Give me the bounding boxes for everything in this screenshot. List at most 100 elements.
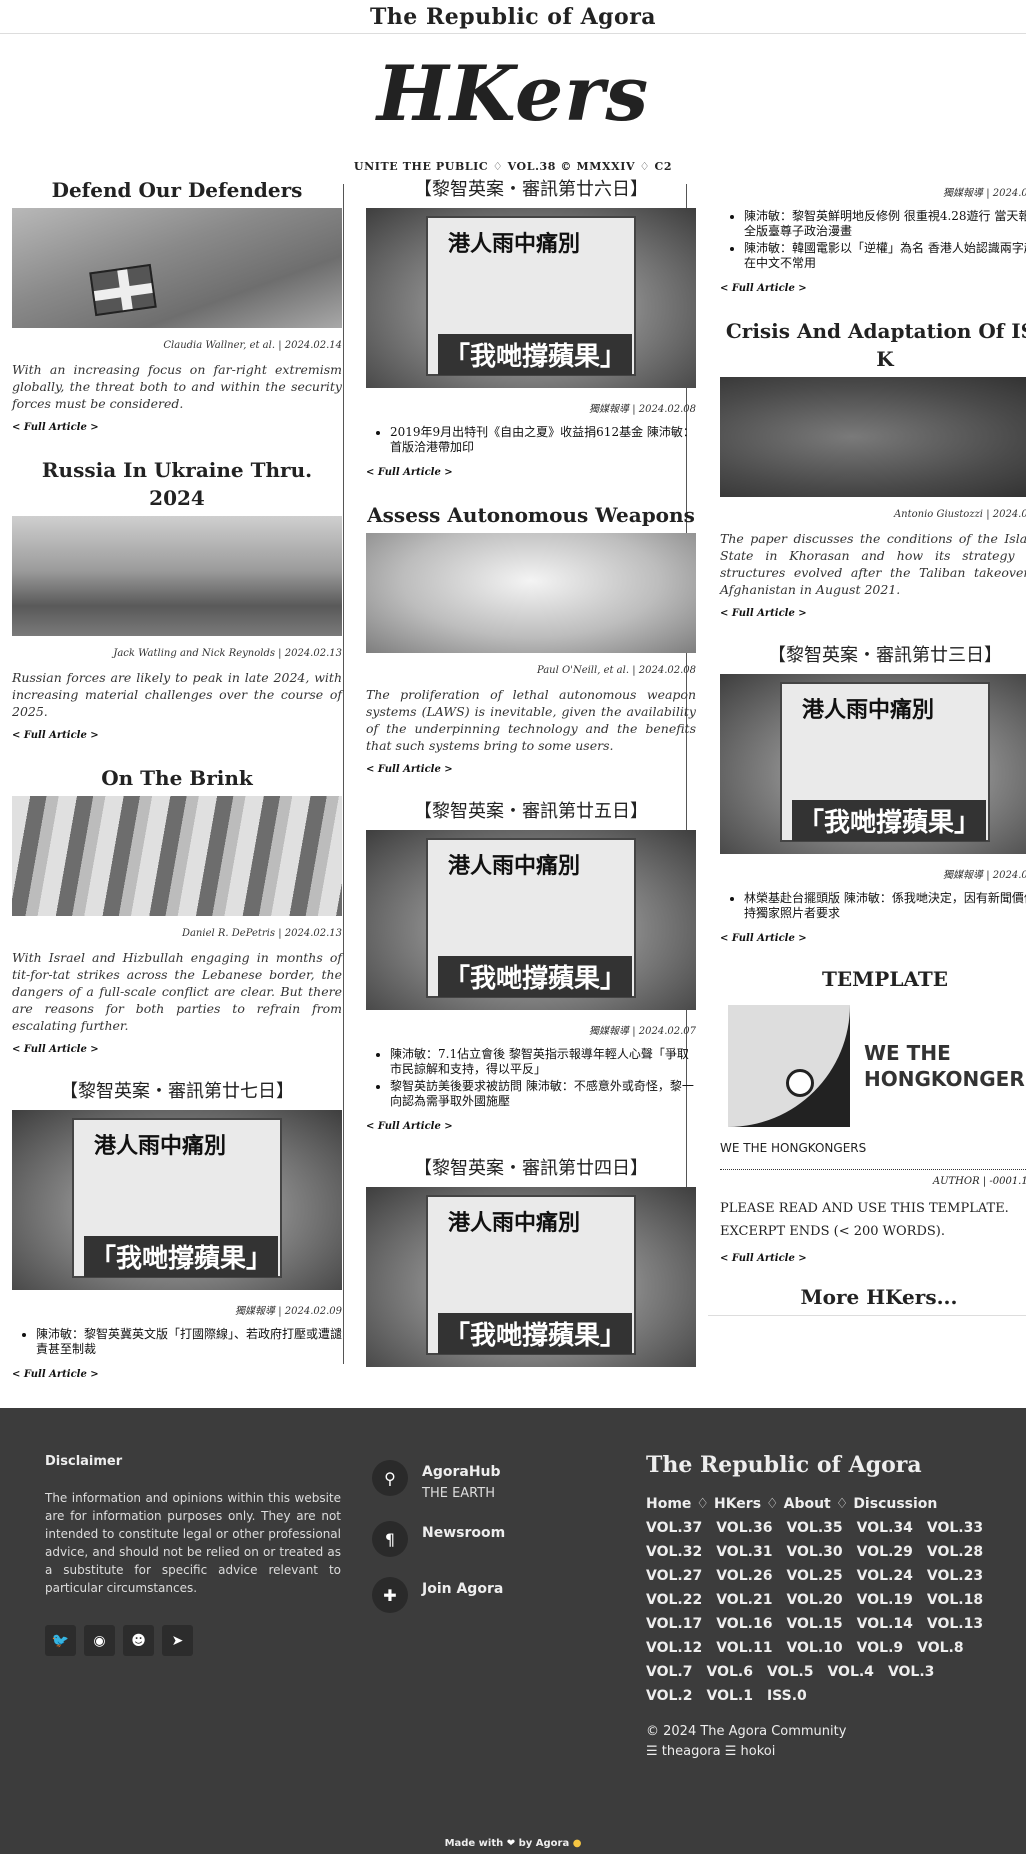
volume-link[interactable]: VOL.15 [786,1616,842,1632]
volume-link[interactable]: VOL.21 [716,1592,772,1608]
volume-link[interactable]: VOL.8 [917,1640,963,1656]
article-title[interactable]: On The Brink [12,764,342,792]
github-icon[interactable]: ◉ [84,1625,115,1656]
article-title[interactable]: 【黎智英案・審訊第廿七日】 [12,1078,342,1106]
telegram-icon[interactable]: ➤ [162,1625,193,1656]
volume-link[interactable]: VOL.17 [646,1616,702,1632]
full-article-link[interactable]: < Full Article > [366,1121,453,1132]
article-title[interactable]: 【黎智英案・審訊第廿六日】 [366,176,696,204]
volume-link[interactable]: VOL.3 [888,1664,934,1680]
full-article-link[interactable]: < Full Article > [12,1369,99,1380]
footer-brand[interactable]: The Republic of Agora [646,1452,986,1478]
logo-text-line: HONGKONGERS [864,1067,1026,1091]
volume-link[interactable]: VOL.26 [716,1568,772,1584]
template-caption: WE THE HONGKONGERS [720,1141,867,1155]
full-article-link[interactable]: < Full Article > [12,1044,99,1055]
article-image[interactable] [12,516,342,636]
uk-flag-patch [89,263,157,317]
volume-link[interactable]: VOL.2 [646,1688,692,1704]
footer-nav: Home ♢ HKers ♢ About ♢ Discussion [646,1496,986,1512]
volume-link[interactable]: VOL.23 [927,1568,983,1584]
template-logo[interactable]: WE THE HONGKONGERS [720,1001,1026,1131]
article-image[interactable] [366,533,696,653]
volume-link[interactable]: VOL.34 [857,1520,913,1536]
reddit-icon[interactable]: ☻ [123,1625,154,1656]
footer-nav-block: The Republic of Agora Home ♢ HKers ♢ About ♢ D… [646,1452,986,1762]
masthead-logo[interactable]: HKers [0,48,1026,140]
article-bullets: 林榮基赴台擺頭版 陳沛敏：係我哋決定，因有新聞價值、持獨家照片者要求 [720,891,1026,921]
newspaper-front-page: 港人雨中痛別 「我哋撐蘋果」 [72,1118,282,1278]
volume-link[interactable]: VOL.4 [827,1664,873,1680]
volume-link[interactable]: VOL.22 [646,1592,702,1608]
volume-link[interactable]: VOL.18 [927,1592,983,1608]
volume-link[interactable]: VOL.10 [786,1640,842,1656]
site-brand-link[interactable]: The Republic of Agora [370,4,656,30]
volume-link[interactable]: VOL.9 [857,1640,903,1656]
twitter-icon[interactable]: 🐦 [45,1625,76,1656]
article-image[interactable]: 港人雨中痛別 「我哋撐蘋果」 [366,208,696,388]
article-title[interactable]: Defend Our Defenders [12,176,342,204]
volume-link[interactable]: VOL.14 [857,1616,913,1632]
footer-link-join-agora[interactable]: ✚ Join Agora [372,1577,505,1613]
nav-hkers[interactable]: HKers [714,1496,761,1512]
more-hkers-link[interactable]: More HKers... [708,1265,1026,1316]
volume-link[interactable]: VOL.37 [646,1520,702,1536]
volume-link[interactable]: VOL.25 [786,1568,842,1584]
volume-link[interactable]: VOL.28 [927,1544,983,1560]
volume-link[interactable]: VOL.7 [646,1664,692,1680]
volume-link[interactable]: VOL.33 [927,1520,983,1536]
full-article-link[interactable]: < Full Article > [720,283,807,294]
volume-link[interactable]: VOL.36 [716,1520,772,1536]
volume-link[interactable]: VOL.31 [716,1544,772,1560]
volume-link[interactable]: VOL.13 [927,1616,983,1632]
volume-link[interactable]: VOL.5 [767,1664,813,1680]
article-title[interactable]: 【黎智英案・審訊第廿四日】 [366,1155,696,1183]
volume-link[interactable]: VOL.1 [706,1688,752,1704]
footer-link-agorahub[interactable]: ⚲ AgoraHub THE EARTH [372,1460,505,1501]
volume-link[interactable]: VOL.35 [786,1520,842,1536]
footer-link-newsroom[interactable]: ¶ Newsroom [372,1521,505,1557]
volume-link[interactable]: VOL.32 [646,1544,702,1560]
volume-link[interactable]: VOL.19 [857,1592,913,1608]
full-article-link[interactable]: < Full Article > [366,467,453,478]
volume-link[interactable]: ISS.0 [767,1688,807,1704]
article-title[interactable]: 【黎智英案・審訊第廿三日】 [720,642,1026,670]
volume-link[interactable]: VOL.12 [646,1640,702,1656]
volume-link[interactable]: VOL.11 [716,1640,772,1656]
nav-home[interactable]: Home [646,1496,691,1512]
article-image[interactable] [12,796,342,916]
article-title[interactable]: 【黎智英案・審訊第廿五日】 [366,798,696,826]
full-article-link[interactable]: < Full Article > [12,730,99,741]
volume-link[interactable]: VOL.24 [857,1568,913,1584]
article-image[interactable] [12,208,342,328]
article-image[interactable]: 港人雨中痛別 「我哋撐蘋果」 [12,1110,342,1290]
article-image[interactable]: 港人雨中痛別 「我哋撐蘋果」 [720,674,1026,854]
bullet-item: 陳沛敏：韓國電影以「逆權」為名 香港人始認識兩字起初在中文不常用 [744,241,1026,271]
nav-discussion[interactable]: Discussion [853,1496,937,1512]
full-article-link[interactable]: < Full Article > [720,933,807,944]
footer-link-title[interactable]: Newsroom [422,1521,505,1541]
full-article-link[interactable]: < Full Article > [720,608,807,619]
full-article-link[interactable]: < Full Article > [720,1253,807,1264]
article-image[interactable] [720,377,1026,497]
article-title[interactable]: Crisis And Adaptation Of IS-K [720,317,1026,373]
full-article-link[interactable]: < Full Article > [366,764,453,775]
article-image[interactable]: 港人雨中痛別 「我哋撐蘋果」 [366,830,696,1010]
volume-link[interactable]: VOL.20 [786,1592,842,1608]
article-image[interactable]: 港人雨中痛別 「我哋撐蘋果」 [366,1187,696,1367]
full-article-link[interactable]: < Full Article > [12,422,99,433]
footer-disclaimer: Disclaimer The information and opinions … [45,1454,341,1656]
volume-link[interactable]: VOL.16 [716,1616,772,1632]
footer-link-title[interactable]: AgoraHub [422,1460,501,1480]
made-with-credit: Made with ❤ by Agora ● [0,1838,1026,1849]
volume-link[interactable]: VOL.29 [857,1544,913,1560]
footer-link-title[interactable]: Join Agora [422,1577,503,1597]
volume-link[interactable]: VOL.27 [646,1568,702,1584]
nav-about[interactable]: About [784,1496,831,1512]
footer-handles[interactable]: ☰ theagora ☰ hokoi [646,1742,986,1762]
article-title[interactable]: Russia In Ukraine Thru. 2024 [12,456,342,512]
volume-link[interactable]: VOL.30 [786,1544,842,1560]
article-title[interactable]: Assess Autonomous Weapons [366,501,696,529]
template-title[interactable]: TEMPLATE [720,967,1026,991]
volume-link[interactable]: VOL.6 [706,1664,752,1680]
